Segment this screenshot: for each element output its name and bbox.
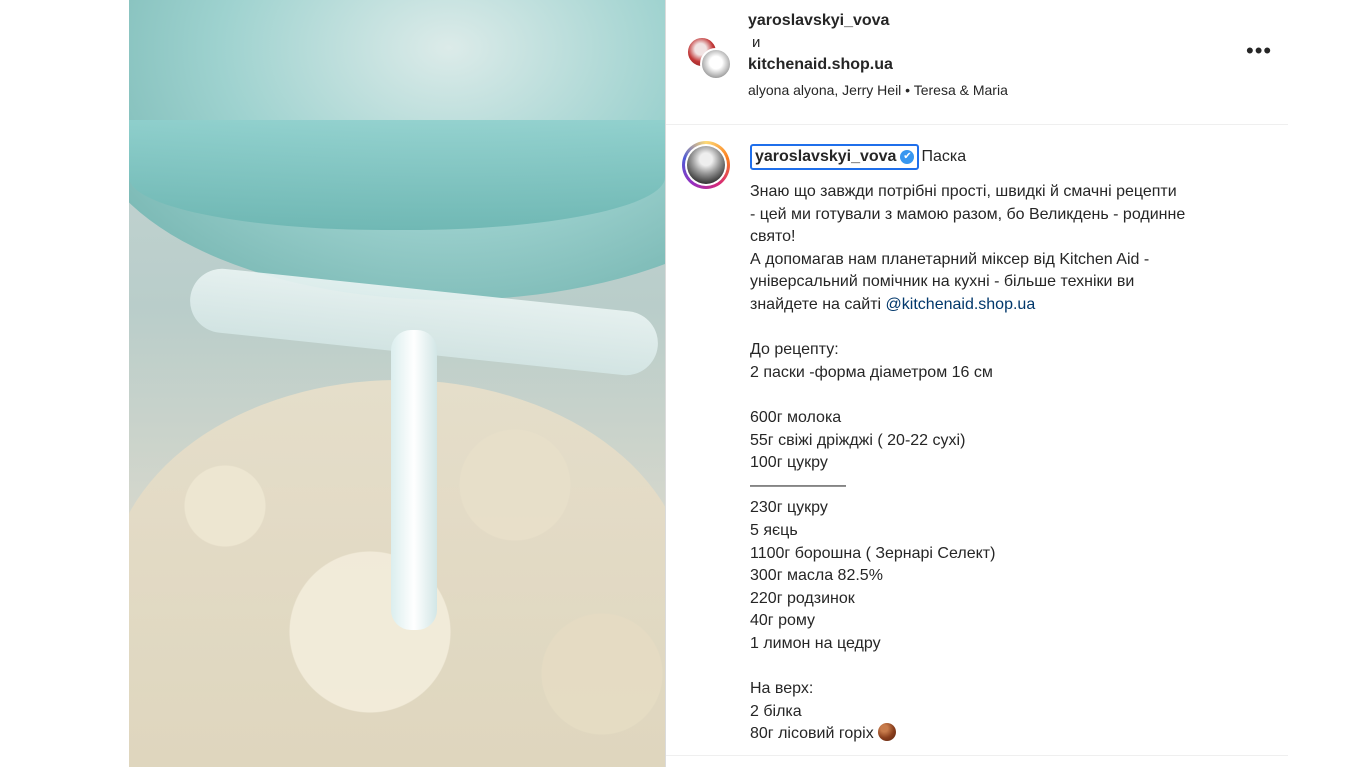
caption-intro: Знаю що завжди потрібні прості, швидкі й… [750, 183, 1186, 313]
beater-shaft-image [391, 330, 437, 630]
more-icon[interactable]: ••• [1246, 40, 1271, 66]
mention-link[interactable]: @kitchenaid.shop.ua [886, 296, 1036, 313]
post-header: yaroslavskyi_vova и kitchenaid.shop.ua a… [666, 0, 1288, 125]
verified-icon: ✔ [900, 150, 915, 164]
author-link-2[interactable]: kitchenaid.shop.ua [748, 54, 1008, 76]
audio-attribution[interactable]: alyona alyona, Jerry Heil • Teresa & Mar… [748, 80, 1008, 100]
caption-header: yaroslavskyi_vova ✔ Паска [750, 144, 1260, 170]
mixer-rim-image [129, 120, 665, 230]
author-conjunction: и [752, 34, 761, 51]
divider [666, 755, 1288, 756]
caption-username: yaroslavskyi_vova [755, 147, 897, 165]
post-caption: yaroslavskyi_vova ✔ Паска Знаю що завжди… [666, 125, 1288, 755]
avatar[interactable] [682, 141, 730, 189]
caption-body: yaroslavskyi_vova ✔ Паска Знаю що завжди… [750, 144, 1260, 746]
caption-username-link[interactable]: yaroslavskyi_vova ✔ [750, 144, 920, 170]
avatar[interactable] [700, 48, 732, 80]
post-media[interactable] [129, 0, 665, 767]
caption-text: Знаю що завжди потрібні прості, швидкі й… [750, 181, 1260, 746]
caption-recipe: До рецепту: 2 паски -форма діаметром 16 … [750, 341, 996, 743]
collab-avatars[interactable] [686, 36, 732, 80]
hazelnut-emoji [877, 723, 896, 742]
collab-authors: yaroslavskyi_vova и kitchenaid.shop.ua a… [748, 10, 1008, 100]
caption-title: Паска [921, 147, 967, 165]
author-link-1[interactable]: yaroslavskyi_vova [748, 10, 1008, 32]
